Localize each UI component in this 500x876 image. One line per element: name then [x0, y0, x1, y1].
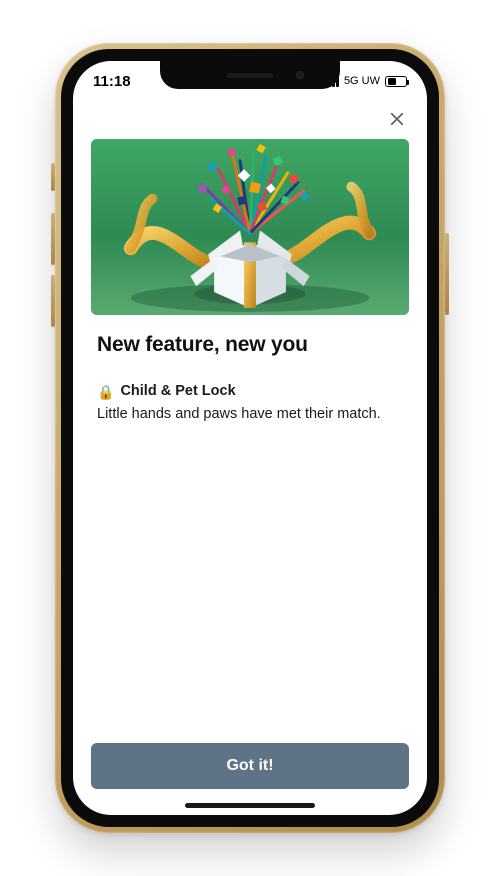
app-root: 11:18 5G UW	[73, 61, 427, 815]
close-icon	[388, 110, 406, 128]
screen: 11:18 5G UW	[73, 61, 427, 815]
home-indicator[interactable]	[185, 803, 315, 808]
phone-frame: 11:18 5G UW	[55, 43, 445, 833]
volume-up-button	[51, 213, 55, 265]
battery-level	[388, 78, 396, 85]
notch	[160, 61, 340, 89]
feature-name: Child & Pet Lock	[120, 381, 235, 402]
power-button	[445, 233, 449, 315]
hero-image	[91, 139, 409, 315]
speaker-grille	[227, 73, 273, 78]
volume-down-button	[51, 275, 55, 327]
got-it-button[interactable]: Got it!	[91, 743, 409, 789]
status-time: 11:18	[93, 73, 153, 90]
modal-title: New feature, new you	[73, 315, 427, 357]
battery-icon	[385, 76, 407, 87]
feature-description: Little hands and paws have met their mat…	[97, 404, 403, 425]
silence-switch	[51, 163, 55, 191]
lock-icon: 🔒	[97, 385, 114, 399]
front-camera	[296, 71, 304, 79]
feature-block: 🔒 Child & Pet Lock Little hands and paws…	[73, 357, 427, 425]
network-type-label: 5G UW	[344, 75, 380, 87]
close-button[interactable]	[383, 105, 411, 133]
